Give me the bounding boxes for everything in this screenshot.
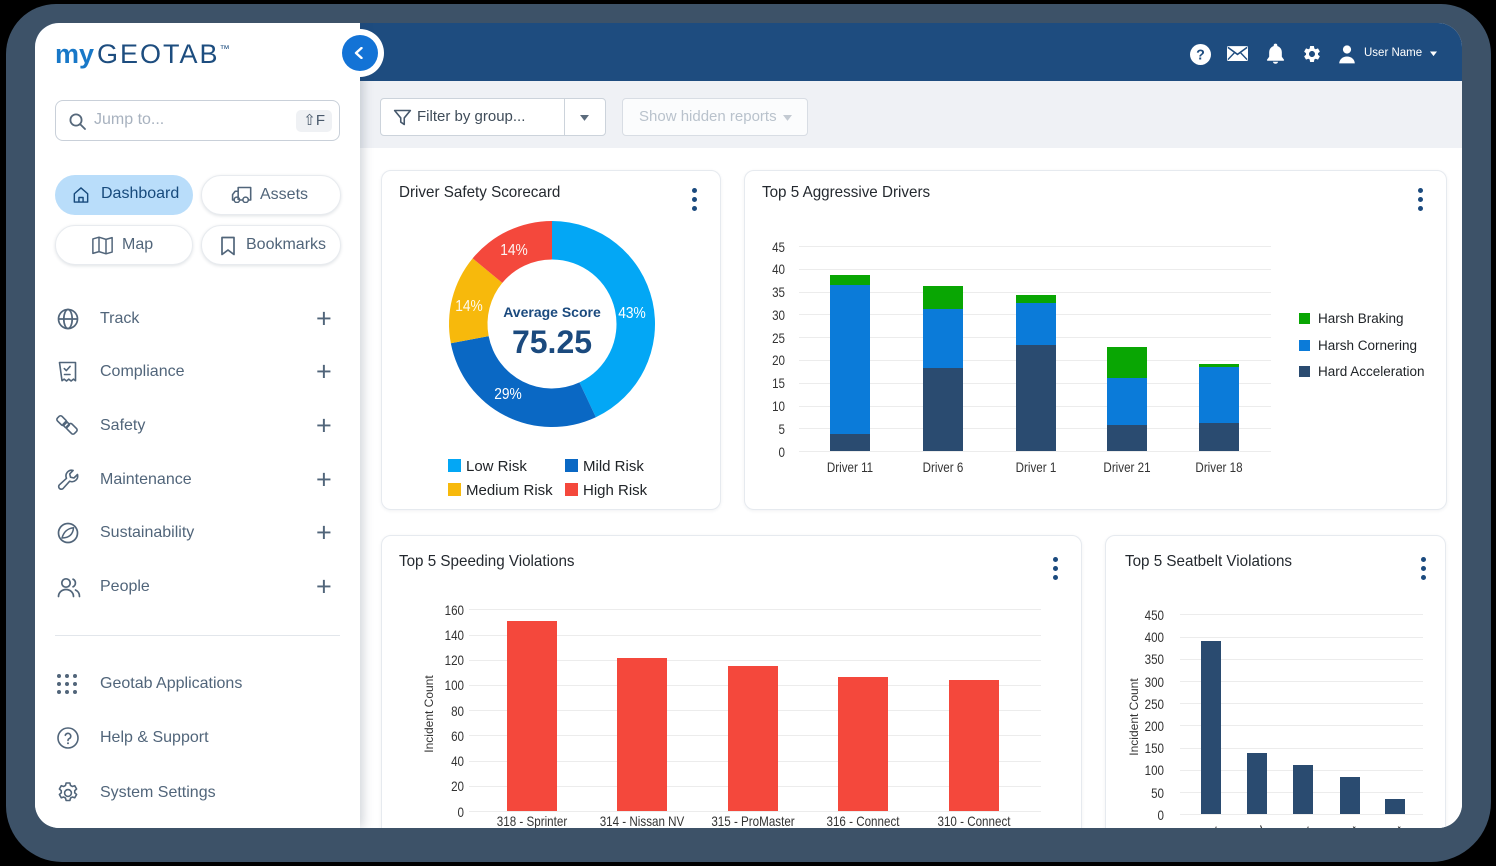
svg-text:?: ?: [1196, 47, 1205, 63]
